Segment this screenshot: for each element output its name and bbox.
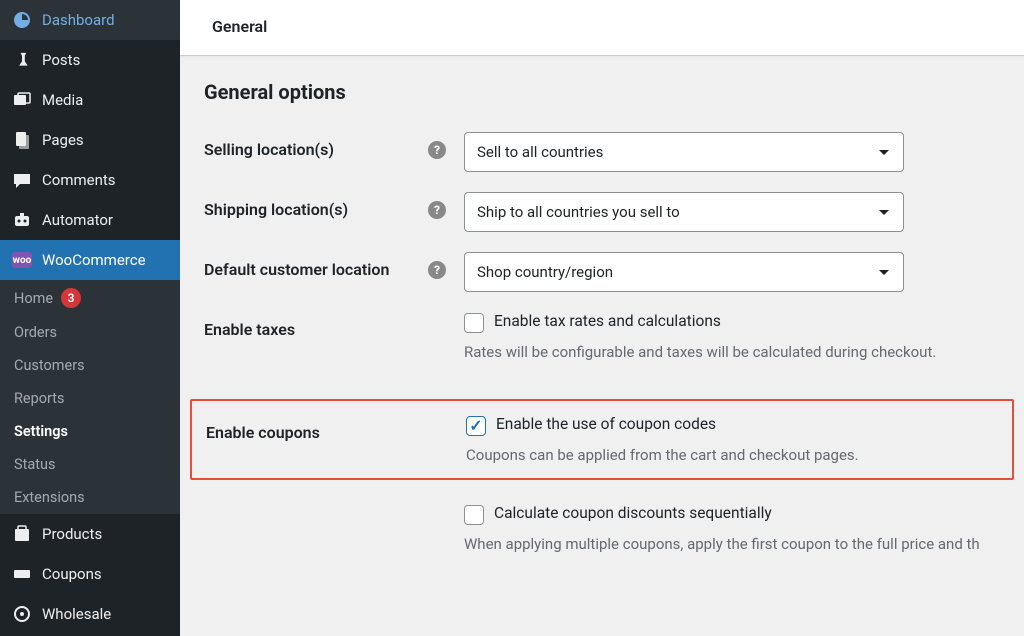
sidebar-item-label: Automator bbox=[42, 211, 113, 229]
media-icon bbox=[12, 90, 32, 110]
sidebar-item-automator[interactable]: Automator bbox=[0, 200, 180, 240]
submenu-label: Customers bbox=[14, 357, 85, 374]
sidebar-item-label: Products bbox=[42, 525, 102, 543]
pages-icon bbox=[12, 130, 32, 150]
enable-coupons-checkbox[interactable] bbox=[466, 416, 486, 436]
sidebar-item-comments[interactable]: Comments bbox=[0, 160, 180, 200]
help-icon[interactable]: ? bbox=[428, 141, 446, 159]
sidebar-item-dashboard[interactable]: Dashboard bbox=[0, 0, 180, 40]
row-shipping-location: Shipping location(s) ? Ship to all count… bbox=[204, 192, 1000, 232]
sidebar-item-pages[interactable]: Pages bbox=[0, 120, 180, 160]
enable-taxes-checkbox[interactable] bbox=[464, 313, 484, 333]
coupons-icon bbox=[12, 564, 32, 584]
sidebar-item-label: Media bbox=[42, 91, 83, 109]
products-icon bbox=[12, 524, 32, 544]
row-selling-location: Selling location(s) ? Sell to all countr… bbox=[204, 132, 1000, 172]
sidebar-item-posts[interactable]: Posts bbox=[0, 40, 180, 80]
submenu-label: Status bbox=[14, 456, 55, 473]
submenu-item-orders[interactable]: Orders bbox=[0, 316, 180, 349]
field-label: Enable taxes bbox=[204, 320, 295, 339]
automator-icon bbox=[12, 210, 32, 230]
sidebar-item-label: Posts bbox=[42, 51, 80, 69]
submenu-item-customers[interactable]: Customers bbox=[0, 349, 180, 382]
pin-icon bbox=[12, 50, 32, 70]
help-icon[interactable]: ? bbox=[428, 201, 446, 219]
submenu-label: Settings bbox=[14, 423, 68, 440]
submenu-item-settings[interactable]: Settings bbox=[0, 415, 180, 448]
main-content: General General options Selling location… bbox=[180, 0, 1024, 636]
comment-icon bbox=[12, 170, 32, 190]
submenu-item-extensions[interactable]: Extensions bbox=[0, 481, 180, 514]
notification-badge: 3 bbox=[61, 288, 81, 308]
sequential-coupons-checkbox[interactable] bbox=[464, 505, 484, 525]
highlight-coupons: Enable coupons Enable the use of coupon … bbox=[190, 399, 1014, 480]
settings-tabbar: General bbox=[180, 0, 1024, 56]
field-label: Enable coupons bbox=[206, 423, 320, 442]
submenu-item-status[interactable]: Status bbox=[0, 448, 180, 481]
field-description: Coupons can be applied from the cart and… bbox=[466, 446, 998, 464]
sidebar-item-label: Wholesale bbox=[42, 605, 111, 623]
field-label: Selling location(s) bbox=[204, 140, 334, 159]
checkbox-label: Calculate coupon discounts sequentially bbox=[494, 504, 772, 522]
field-description: Rates will be configurable and taxes wil… bbox=[464, 343, 1000, 361]
field-label: Shipping location(s) bbox=[204, 200, 348, 219]
admin-sidebar: Dashboard Posts Media Pages Comments Aut… bbox=[0, 0, 180, 636]
checkbox-label: Enable tax rates and calculations bbox=[494, 312, 721, 330]
dashboard-icon bbox=[12, 10, 32, 30]
field-description: When applying multiple coupons, apply th… bbox=[464, 535, 1000, 553]
sidebar-item-wholesale[interactable]: Wholesale bbox=[0, 594, 180, 634]
sidebar-item-label: Pages bbox=[42, 131, 84, 149]
sidebar-item-coupons[interactable]: Coupons bbox=[0, 554, 180, 594]
woo-icon: woo bbox=[12, 250, 32, 270]
sidebar-item-label: Dashboard bbox=[42, 11, 115, 29]
sidebar-item-products[interactable]: Products bbox=[0, 514, 180, 554]
submenu-label: Orders bbox=[14, 324, 57, 341]
settings-panel: General options Selling location(s) ? Se… bbox=[180, 56, 1024, 636]
shipping-location-select[interactable]: Ship to all countries you sell to bbox=[464, 192, 904, 232]
section-title: General options bbox=[204, 80, 1000, 104]
row-default-customer-location: Default customer location ? Shop country… bbox=[204, 252, 1000, 292]
submenu-label: Extensions bbox=[14, 489, 85, 506]
sidebar-item-media[interactable]: Media bbox=[0, 80, 180, 120]
checkbox-label: Enable the use of coupon codes bbox=[496, 415, 716, 433]
sidebar-item-woocommerce[interactable]: woo WooCommerce bbox=[0, 240, 180, 280]
tab-general[interactable]: General bbox=[204, 1, 275, 55]
selling-location-select[interactable]: Sell to all countries bbox=[464, 132, 904, 172]
row-enable-taxes: Enable taxes Enable tax rates and calcul… bbox=[204, 312, 1000, 379]
submenu-item-home[interactable]: Home 3 bbox=[0, 280, 180, 316]
sidebar-item-label: Coupons bbox=[42, 565, 102, 583]
wholesale-icon bbox=[12, 604, 32, 624]
row-enable-coupons: Enable coupons Enable the use of coupon … bbox=[206, 415, 998, 470]
row-coupon-sequential: Calculate coupon discounts sequentially … bbox=[204, 504, 1000, 571]
field-label: Default customer location bbox=[204, 260, 389, 279]
default-location-select[interactable]: Shop country/region bbox=[464, 252, 904, 292]
submenu-item-reports[interactable]: Reports bbox=[0, 382, 180, 415]
sidebar-item-label: Comments bbox=[42, 171, 116, 189]
submenu-label: Home bbox=[14, 290, 53, 307]
woocommerce-submenu: Home 3 Orders Customers Reports Settings… bbox=[0, 280, 180, 514]
submenu-label: Reports bbox=[14, 390, 65, 407]
sidebar-item-label: WooCommerce bbox=[42, 251, 146, 269]
help-icon[interactable]: ? bbox=[428, 261, 446, 279]
